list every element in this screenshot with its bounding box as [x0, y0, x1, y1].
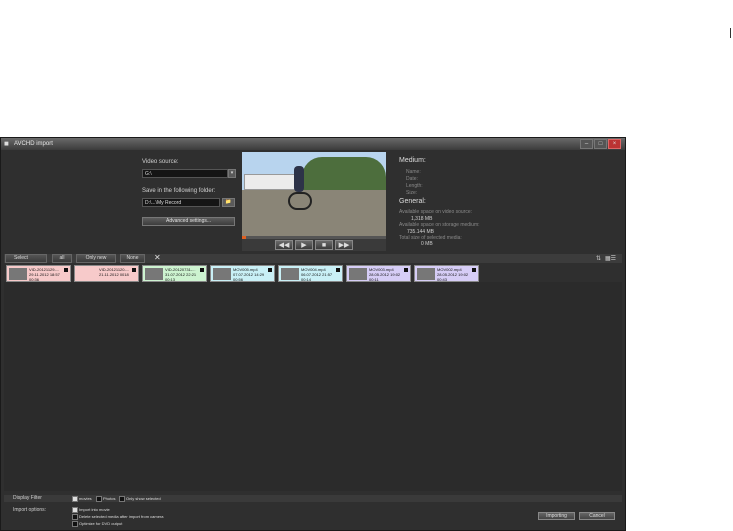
clip-checkbox[interactable] — [64, 268, 68, 272]
app-icon: ■ — [4, 139, 9, 148]
dropdown-arrow-icon[interactable]: ▾ — [228, 169, 236, 178]
clip-item[interactable]: MOV003.mp4 28.05.2012 19:02 00:11 — [346, 265, 411, 282]
edge-divider — [730, 28, 731, 38]
clip-item[interactable]: VID-20121120-... 21.11.2012 0018 — [74, 265, 139, 282]
clip-thumbnail — [145, 268, 163, 280]
optimize-dvd-checkbox[interactable] — [72, 521, 78, 527]
only-selected-checkbox[interactable] — [119, 496, 125, 502]
clip-list: VID-20121129-... 29.11.2012 18:57 00:36 … — [6, 265, 620, 282]
length-label: Length: — [406, 183, 423, 189]
import-into-movie-label: Import into movie — [79, 507, 110, 512]
clip-checkbox[interactable] — [132, 268, 136, 272]
playback-controls: ◀◀ ▶ ■ ▶▶ — [242, 239, 386, 251]
photos-label: Photos — [103, 496, 116, 501]
fast-forward-icon[interactable]: ▶▶ — [335, 240, 353, 250]
clip-date: 21.11.2012 0018 — [99, 272, 129, 277]
clip-item[interactable]: VID-20121129-... 29.11.2012 18:57 00:36 — [6, 265, 71, 282]
delete-after-import-label: Delete selected media after import from … — [79, 514, 164, 519]
clip-item[interactable]: MOV002.mp4 28.05.2012 19:02 00:43 — [414, 265, 479, 282]
video-preview — [242, 152, 386, 236]
clip-thumbnail — [9, 268, 27, 280]
clip-checkbox[interactable] — [336, 268, 340, 272]
title-bar[interactable]: ■ AVCHD import – □ × — [1, 138, 625, 150]
window-controls: – □ × — [580, 139, 621, 149]
display-filter-label: Display Filter — [13, 495, 42, 501]
optimize-dvd-label: Optimize for DVD output — [79, 521, 123, 526]
import-into-movie-checkbox[interactable] — [72, 507, 78, 513]
video-source-dropdown[interactable]: G:\ — [142, 169, 228, 178]
size-label: Size: — [406, 190, 418, 196]
media-list-area — [4, 282, 622, 491]
name-label: Name: — [406, 169, 421, 175]
clip-thumbnail — [281, 268, 299, 280]
view-mode-icon[interactable]: ▦☰ — [605, 255, 616, 262]
import-options-label: Import options: — [13, 507, 47, 513]
video-source-label: Video source: — [142, 159, 179, 165]
minimize-button[interactable]: – — [580, 139, 593, 149]
preview-bike — [288, 192, 312, 210]
stop-icon[interactable]: ■ — [315, 240, 333, 250]
general-heading: General: — [399, 198, 426, 205]
select-all-button[interactable]: all — [52, 254, 72, 263]
importing-button[interactable]: Importing — [538, 512, 575, 520]
clip-thumbnail — [213, 268, 231, 280]
advanced-settings-button[interactable]: Advanced settings... — [142, 217, 235, 226]
clip-checkbox[interactable] — [200, 268, 204, 272]
close-button[interactable]: × — [608, 139, 621, 149]
window-title: AVCHD import — [14, 141, 53, 147]
clip-item[interactable]: VID-20120731-... 31.07.2012 22:21 00:13 — [142, 265, 207, 282]
preview-ground — [242, 190, 386, 236]
space-storage-label: Available space on storage medium: — [399, 222, 480, 228]
rewind-icon[interactable]: ◀◀ — [275, 240, 293, 250]
clip-thumbnail — [349, 268, 367, 280]
photos-checkbox[interactable] — [96, 496, 102, 502]
selected-size-value: 0 MB — [421, 241, 433, 247]
clip-checkbox[interactable] — [404, 268, 408, 272]
preview-bus — [244, 174, 298, 190]
folder-browse-icon[interactable]: 📁 — [222, 198, 235, 207]
only-selected-label: Only show selected — [126, 496, 161, 501]
movies-label: movies — [79, 496, 92, 501]
maximize-button[interactable]: □ — [594, 139, 607, 149]
select-label: Select — [5, 254, 47, 263]
clip-item[interactable]: MOV004.mp4 06.07.2012 21:57 00:14 — [278, 265, 343, 282]
save-folder-label: Save in the following folder: — [142, 188, 216, 194]
space-video-label: Available space on video source: — [399, 209, 473, 215]
clip-checkbox[interactable] — [472, 268, 476, 272]
cancel-button[interactable]: Cancel — [579, 512, 615, 520]
select-only-new-button[interactable]: Only new — [76, 254, 116, 263]
clip-item[interactable]: MOV005.mp4 07.07.2012 14:29 00:56 — [210, 265, 275, 282]
avchd-import-window: ■ AVCHD import – □ × Video source: G:\ ▾… — [0, 137, 626, 531]
selection-toolbar: Select all Only new None ✕ ⇅ ▦☰ — [4, 253, 622, 263]
play-icon[interactable]: ▶ — [295, 240, 313, 250]
medium-heading: Medium: — [399, 157, 426, 164]
sort-icon[interactable]: ⇅ — [596, 255, 601, 262]
movies-checkbox[interactable] — [72, 496, 78, 502]
delete-after-import-checkbox[interactable] — [72, 514, 78, 520]
clear-selection-icon[interactable]: ✕ — [154, 253, 161, 263]
clip-thumbnail — [417, 268, 435, 280]
date-label: Date: — [406, 176, 418, 182]
preview-rider — [294, 166, 304, 192]
select-none-button[interactable]: None — [120, 254, 145, 263]
save-folder-input[interactable]: D:\...\My Record — [142, 198, 220, 207]
clip-checkbox[interactable] — [268, 268, 272, 272]
display-filter-bar: Display Filter movies Photos Only show s… — [4, 495, 622, 502]
